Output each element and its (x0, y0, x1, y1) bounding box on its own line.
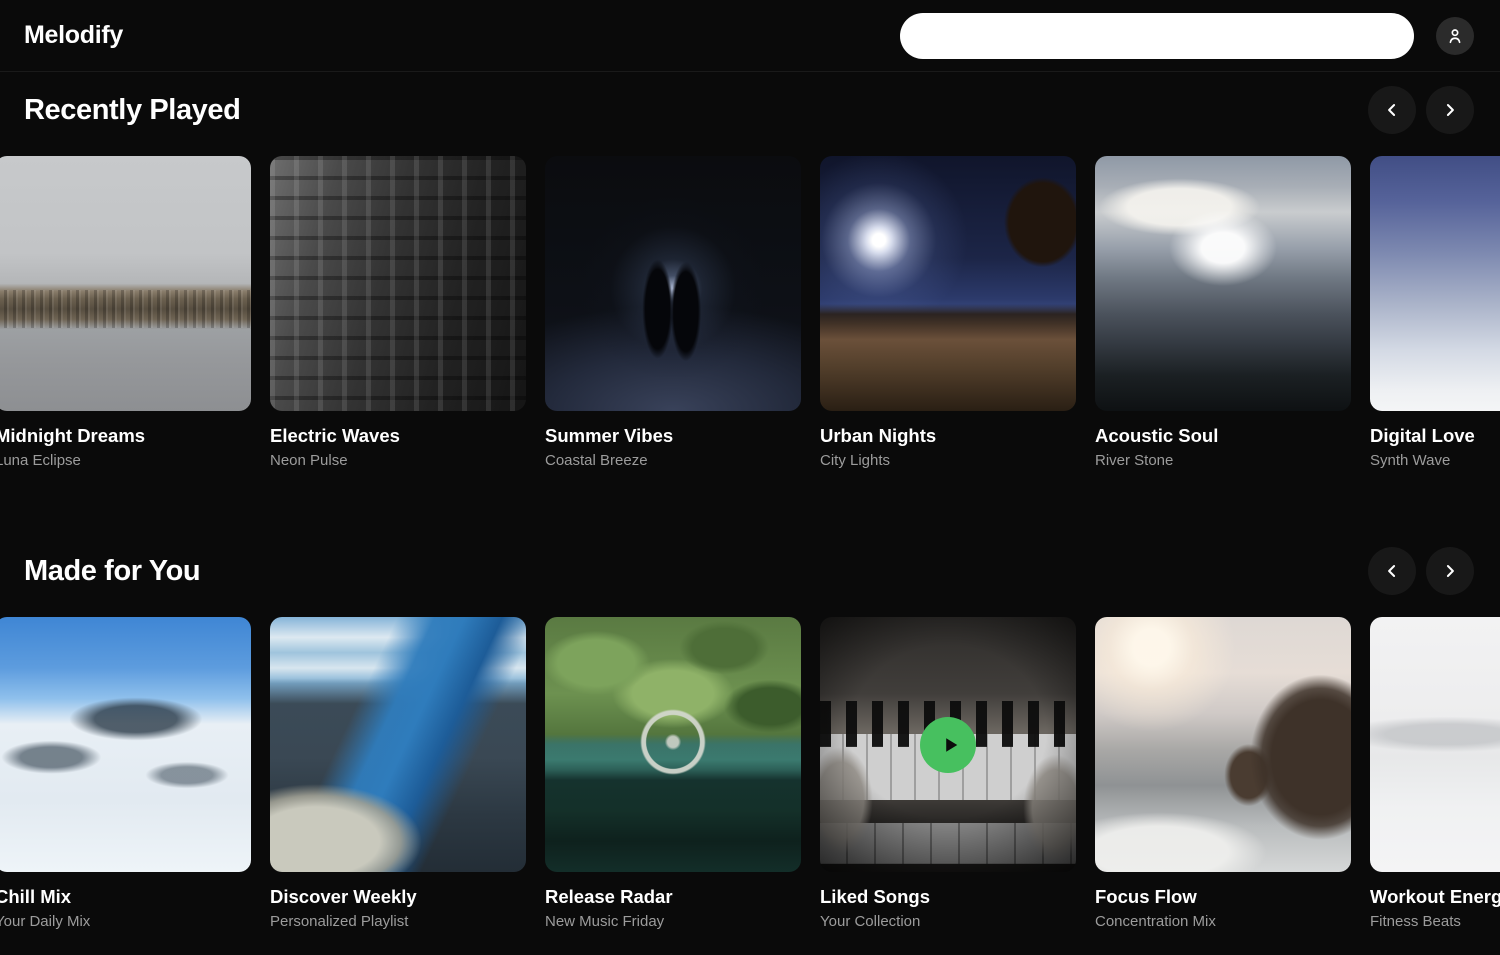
card-subtitle: Your Daily Mix (0, 913, 251, 930)
playlist-card[interactable]: Urban Nights City Lights (820, 156, 1076, 469)
section-title: Made for You (24, 555, 200, 588)
card-subtitle: Synth Wave (1370, 452, 1500, 469)
card-title: Digital Love (1370, 425, 1500, 447)
card-title: Chill Mix (0, 886, 251, 908)
card-artwork (270, 617, 526, 872)
profile-button[interactable] (1436, 17, 1474, 55)
card-subtitle: Personalized Playlist (270, 913, 526, 930)
card-title: Urban Nights (820, 425, 1076, 447)
card-subtitle: River Stone (1095, 452, 1351, 469)
card-artwork (1370, 617, 1500, 872)
section-header: Made for You (0, 547, 1500, 595)
playlist-card[interactable]: Acoustic Soul River Stone (1095, 156, 1351, 469)
play-icon (934, 732, 963, 758)
playlist-card[interactable]: Release Radar New Music Friday (545, 617, 801, 930)
card-artwork (545, 617, 801, 872)
card-artwork (1095, 617, 1351, 872)
card-title: Summer Vibes (545, 425, 801, 447)
card-title: Focus Flow (1095, 886, 1351, 908)
section-recently-played: Recently Played Midnight Dreams Luna Ecl… (0, 86, 1500, 469)
carousel-recently-played: Midnight Dreams Luna Eclipse Electric Wa… (0, 156, 1500, 469)
playlist-card[interactable]: Workout Energy Fitness Beats (1370, 617, 1500, 930)
card-title: Workout Energy (1370, 886, 1500, 908)
card-subtitle: Fitness Beats (1370, 913, 1500, 930)
carousel-next-button[interactable] (1426, 547, 1474, 595)
carousel-nav (1368, 547, 1474, 595)
playlist-card[interactable]: Electric Waves Neon Pulse (270, 156, 526, 469)
play-button[interactable] (920, 717, 976, 773)
playlist-card[interactable]: Midnight Dreams Luna Eclipse (0, 156, 251, 469)
card-subtitle: City Lights (820, 452, 1076, 469)
card-subtitle: Neon Pulse (270, 452, 526, 469)
card-subtitle: Luna Eclipse (0, 452, 251, 469)
card-artwork (1370, 156, 1500, 411)
card-artwork (820, 156, 1076, 411)
card-artwork (0, 617, 251, 872)
section-made-for-you: Made for You Chill Mix Your Daily Mix Di… (0, 547, 1500, 930)
app-header: Melodify (0, 0, 1500, 72)
card-title: Discover Weekly (270, 886, 526, 908)
carousel-prev-button[interactable] (1368, 547, 1416, 595)
card-title: Liked Songs (820, 886, 1076, 908)
playlist-card[interactable]: Discover Weekly Personalized Playlist (270, 617, 526, 930)
section-title: Recently Played (24, 94, 240, 127)
playlist-card[interactable]: Summer Vibes Coastal Breeze (545, 156, 801, 469)
search-input[interactable] (900, 13, 1414, 59)
card-title: Acoustic Soul (1095, 425, 1351, 447)
card-subtitle: Coastal Breeze (545, 452, 801, 469)
playlist-card[interactable]: Focus Flow Concentration Mix (1095, 617, 1351, 930)
chevron-left-icon (1382, 100, 1402, 120)
playlist-card[interactable]: Liked Songs Your Collection (820, 617, 1076, 930)
card-title: Midnight Dreams (0, 425, 251, 447)
card-artwork (270, 156, 526, 411)
card-subtitle: Concentration Mix (1095, 913, 1351, 930)
card-artwork (820, 617, 1076, 872)
carousel-made-for-you: Chill Mix Your Daily Mix Discover Weekly… (0, 617, 1500, 930)
chevron-right-icon (1440, 561, 1460, 581)
carousel-next-button[interactable] (1426, 86, 1474, 134)
chevron-right-icon (1440, 100, 1460, 120)
chevron-left-icon (1382, 561, 1402, 581)
app-logo: Melodify (24, 21, 123, 50)
playlist-card[interactable]: Chill Mix Your Daily Mix (0, 617, 251, 930)
card-subtitle: Your Collection (820, 913, 1076, 930)
card-subtitle: New Music Friday (545, 913, 801, 930)
card-title: Electric Waves (270, 425, 526, 447)
card-artwork (0, 156, 251, 411)
card-artwork (545, 156, 801, 411)
playlist-card[interactable]: Digital Love Synth Wave (1370, 156, 1500, 469)
section-header: Recently Played (0, 86, 1500, 134)
card-artwork (1095, 156, 1351, 411)
carousel-prev-button[interactable] (1368, 86, 1416, 134)
card-title: Release Radar (545, 886, 801, 908)
carousel-nav (1368, 86, 1474, 134)
user-icon (1445, 26, 1465, 46)
